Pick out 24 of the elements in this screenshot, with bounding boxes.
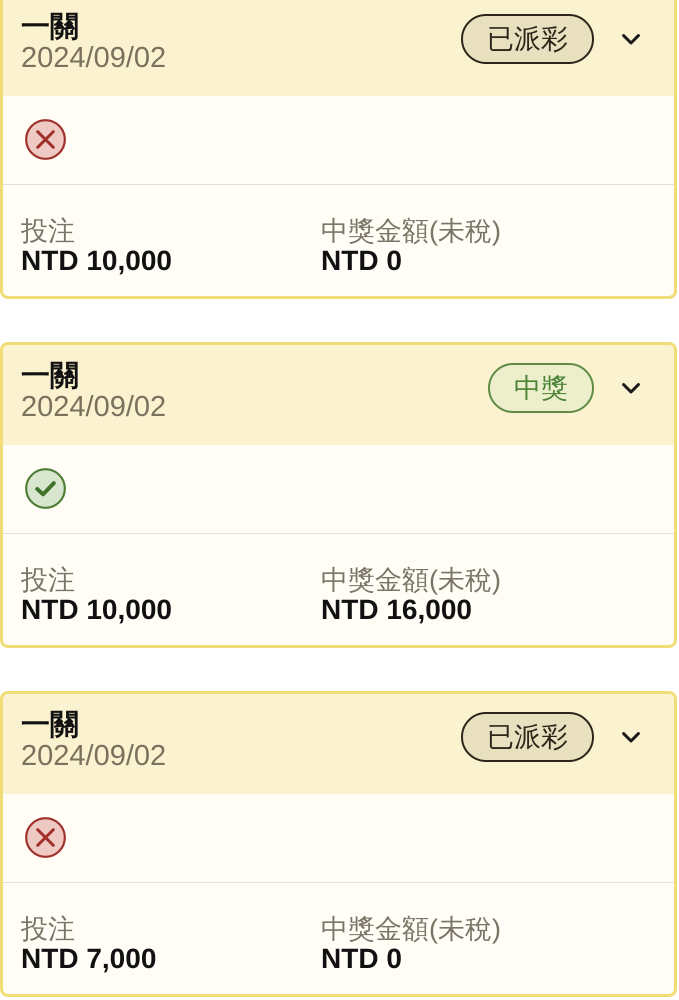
stat-label: 投注 <box>21 216 76 246</box>
bet-title: 一關 <box>21 11 80 43</box>
bet-date: 2024/09/02 <box>21 392 166 422</box>
stat-label: 中獎金額(未稅) <box>321 565 501 595</box>
status-badge: 已派彩 <box>461 14 594 64</box>
stat-label: 投注 <box>21 565 76 595</box>
chevron-down-icon <box>622 34 640 44</box>
status-badge: 已派彩 <box>461 712 594 762</box>
bet-date: 2024/09/02 <box>21 741 166 771</box>
chevron-down-icon <box>622 382 640 394</box>
stat-label: 中獎金額(未稅) <box>321 914 501 944</box>
stat-label: 中獎金額(未稅) <box>321 216 501 246</box>
stat-value: NTD 7,000 <box>21 944 158 974</box>
stat-value: NTD 16,000 <box>321 595 473 625</box>
stat-value: NTD 0 <box>321 944 403 974</box>
bet-title: 一關 <box>21 360 80 392</box>
stat-value: NTD 10,000 <box>21 595 173 625</box>
chevron-down-icon <box>622 732 640 742</box>
status-badge: 中獎 <box>488 363 594 413</box>
stat-value: NTD 0 <box>321 246 403 276</box>
stat-label: 投注 <box>21 914 76 944</box>
bet-date: 2024/09/02 <box>21 43 166 73</box>
stat-value: NTD 10,000 <box>21 246 173 276</box>
bet-title: 一關 <box>21 709 80 741</box>
